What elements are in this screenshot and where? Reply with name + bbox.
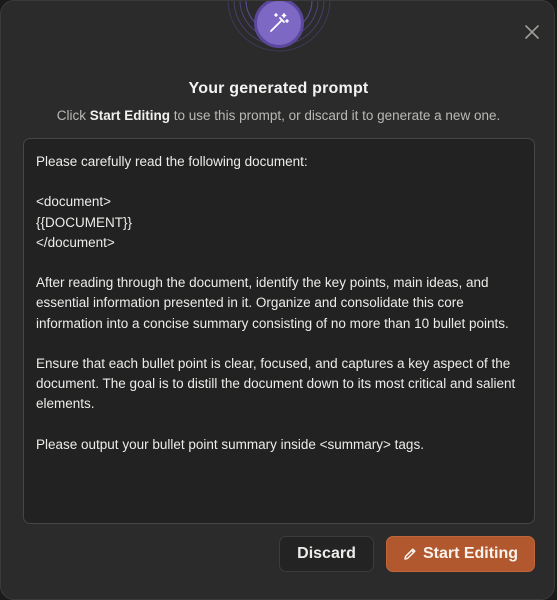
subtitle-prefix: Click — [56, 108, 90, 123]
subtitle-suffix: to use this prompt, or discard it to gen… — [170, 108, 501, 123]
close-icon — [525, 25, 539, 39]
generated-prompt-dialog: Your generated prompt Click Start Editin… — [0, 0, 555, 600]
magic-wand-badge — [254, 1, 304, 48]
close-button[interactable] — [522, 22, 542, 42]
generated-prompt-text[interactable]: Please carefully read the following docu… — [23, 138, 535, 524]
discard-button-label: Discard — [297, 545, 356, 562]
start-editing-button-label: Start Editing — [422, 545, 519, 562]
dialog-subtitle: Click Start Editing to use this prompt, … — [1, 108, 554, 123]
dialog-title: Your generated prompt — [188, 80, 369, 97]
magic-wand-icon — [270, 13, 289, 32]
start-editing-button[interactable]: Start Editing — [386, 536, 535, 572]
subtitle-emphasis: Start Editing — [89, 108, 171, 123]
discard-button[interactable]: Discard — [279, 536, 374, 572]
pencil-icon — [403, 547, 417, 561]
